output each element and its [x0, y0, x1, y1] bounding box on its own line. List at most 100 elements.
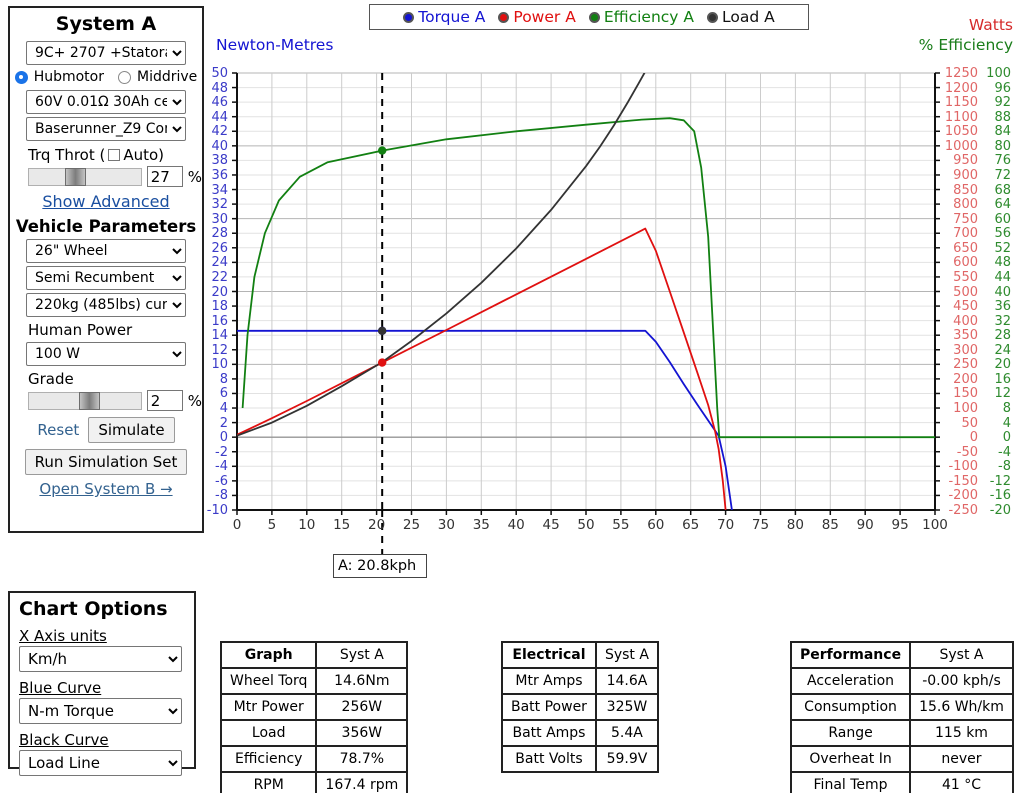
row-value: 15.6 Wh/km — [909, 693, 1014, 721]
simulation-chart[interactable]: Torque A Power A Efficiency A Load A New… — [0, 0, 1021, 580]
watts-axis-tick: 450 — [953, 299, 978, 315]
efficiency-axis-tick: 52 — [994, 240, 1011, 256]
blue-curve-label: Blue Curve — [19, 679, 102, 697]
blue-curve-select[interactable]: N-m Torque — [19, 698, 182, 724]
left-axis-tick: 36 — [211, 167, 228, 183]
efficiency-axis-tick: 4 — [1002, 415, 1011, 431]
table-row: RPM 167.4 rpm — [219, 771, 409, 793]
left-axis-tick: 2 — [219, 415, 228, 431]
watts-axis-tick: 650 — [953, 240, 978, 256]
table-header-row: Graph Syst A — [219, 641, 409, 669]
left-axis-tick: 18 — [211, 299, 228, 315]
left-axis-tick: 6 — [219, 386, 228, 402]
row-label: Wheel Torq — [219, 667, 318, 695]
efficiency-axis-tick: 96 — [994, 80, 1011, 96]
efficiency-axis-tick: -20 — [989, 503, 1011, 518]
watts-axis-tick: 700 — [953, 226, 978, 242]
table-row: Range 115 km — [789, 719, 1014, 747]
x-axis-tick: 30 — [437, 517, 455, 533]
plot-canvas — [232, 72, 940, 554]
watts-axis-tick: 350 — [953, 328, 978, 344]
performance-table-body: Acceleration -0.00 kph/s Consumption 15.6 W… — [789, 667, 1014, 793]
left-axis-tick: 14 — [211, 328, 228, 344]
row-value: 14.6Nm — [315, 667, 409, 695]
electrical-table-header-1: Syst A — [594, 641, 659, 669]
x-axis-tick: 5 — [267, 517, 277, 533]
x-axis-tick: 20 — [368, 517, 386, 533]
left-axis-tick: 38 — [211, 153, 228, 169]
watts-axis-tick: 1000 — [944, 138, 978, 154]
left-axis-tick: 42 — [211, 124, 228, 140]
efficiency-axis-tick: 80 — [994, 138, 1011, 154]
watts-axis-tick: 550 — [953, 269, 978, 285]
left-axis-tick: -4 — [215, 459, 228, 475]
efficiency-axis-tick: -4 — [998, 444, 1011, 460]
app-root: System A 9C+ 2707 +Statorade Hubmotor Mi… — [0, 0, 1021, 793]
row-value: 14.6A — [594, 667, 659, 695]
graph-table-header-0: Graph — [219, 641, 318, 669]
row-value: 115 km — [909, 719, 1014, 747]
x-axis-tick: 10 — [298, 517, 316, 533]
graph-table-body: Wheel Torq 14.6Nm Mtr Power 256W Load 356W Eff… — [219, 667, 409, 793]
row-label: Consumption — [789, 693, 912, 721]
efficiency-axis-tick: -8 — [998, 459, 1011, 475]
efficiency-axis-tick: 76 — [994, 153, 1011, 169]
efficiency-axis-tick: 92 — [994, 95, 1011, 111]
efficiency-axis-tick: 44 — [994, 269, 1011, 285]
efficiency-axis-tick: 40 — [994, 284, 1011, 300]
x-axis-tick: 80 — [786, 517, 804, 533]
performance-results-table: Performance Syst A Acceleration -0.00 kph… — [789, 641, 1014, 793]
cursor-readout-box: A: 20.8kph — [333, 554, 427, 578]
x-axis-tick: 55 — [612, 517, 630, 533]
watts-axis-tick: 250 — [953, 357, 978, 373]
watts-axis-tick: 200 — [953, 371, 978, 387]
graph-results-table: Graph Syst A Wheel Torq 14.6Nm Mtr Power 25… — [219, 641, 409, 793]
row-label: Final Temp — [789, 771, 912, 793]
left-axis-tick: 0 — [219, 430, 228, 446]
left-axis-tick: 10 — [211, 357, 228, 373]
watts-axis-tick: 900 — [953, 167, 978, 183]
watts-axis-tick: -250 — [948, 503, 978, 518]
row-label: Efficiency — [219, 745, 318, 773]
efficiency-axis-tick: 0 — [1002, 430, 1011, 446]
x-axis-tick: 50 — [577, 517, 595, 533]
x-axis-tick: 45 — [542, 517, 560, 533]
row-value: 256W — [315, 693, 409, 721]
row-value: 5.4A — [594, 719, 659, 747]
left-axis-tick: 8 — [219, 371, 228, 387]
row-label: Batt Volts — [501, 745, 597, 773]
efficiency-axis-tick: 36 — [994, 299, 1011, 315]
row-label: Range — [789, 719, 912, 747]
x-axis-units-select[interactable]: Km/h — [19, 646, 182, 672]
performance-table-header-0: Performance — [789, 641, 912, 669]
row-value: 41 °C — [909, 771, 1014, 793]
chart-options-panel: Chart Options X Axis units Km/h Blue Cur… — [8, 591, 196, 776]
row-value: 356W — [315, 719, 409, 747]
efficiency-axis-tick: 68 — [994, 182, 1011, 198]
left-axis-tick: 30 — [211, 211, 228, 227]
watts-axis-tick: -150 — [948, 473, 978, 489]
efficiency-axis-tick: 64 — [994, 197, 1011, 213]
table-row: Load 356W — [219, 719, 409, 747]
row-label: Overheat In — [789, 745, 912, 773]
row-label: Mtr Power — [219, 693, 318, 721]
row-value: 59.9V — [594, 745, 659, 773]
table-row: Mtr Amps 14.6A — [501, 667, 659, 695]
left-axis-tick: 26 — [211, 240, 228, 256]
black-curve-select[interactable]: Load Line — [19, 750, 182, 776]
watts-axis-tick: 1150 — [944, 95, 978, 111]
row-value: never — [909, 745, 1014, 773]
efficiency-axis-tick: 32 — [994, 313, 1011, 329]
table-row: Efficiency 78.7% — [219, 745, 409, 773]
efficiency-axis-tick: 28 — [994, 328, 1011, 344]
cursor-readout-label: A: 20.8kph — [338, 558, 417, 574]
watts-axis-tick: 500 — [953, 284, 978, 300]
left-axis-tick: 12 — [211, 342, 228, 358]
left-axis-tick: 32 — [211, 197, 228, 213]
table-row: Batt Volts 59.9V — [501, 745, 659, 773]
x-axis-tick: 90 — [856, 517, 874, 533]
row-value: -0.00 kph/s — [909, 667, 1014, 695]
efficiency-axis-tick: -12 — [989, 473, 1011, 489]
left-axis-tick: 20 — [211, 284, 228, 300]
x-axis-tick: 100 — [922, 517, 948, 533]
